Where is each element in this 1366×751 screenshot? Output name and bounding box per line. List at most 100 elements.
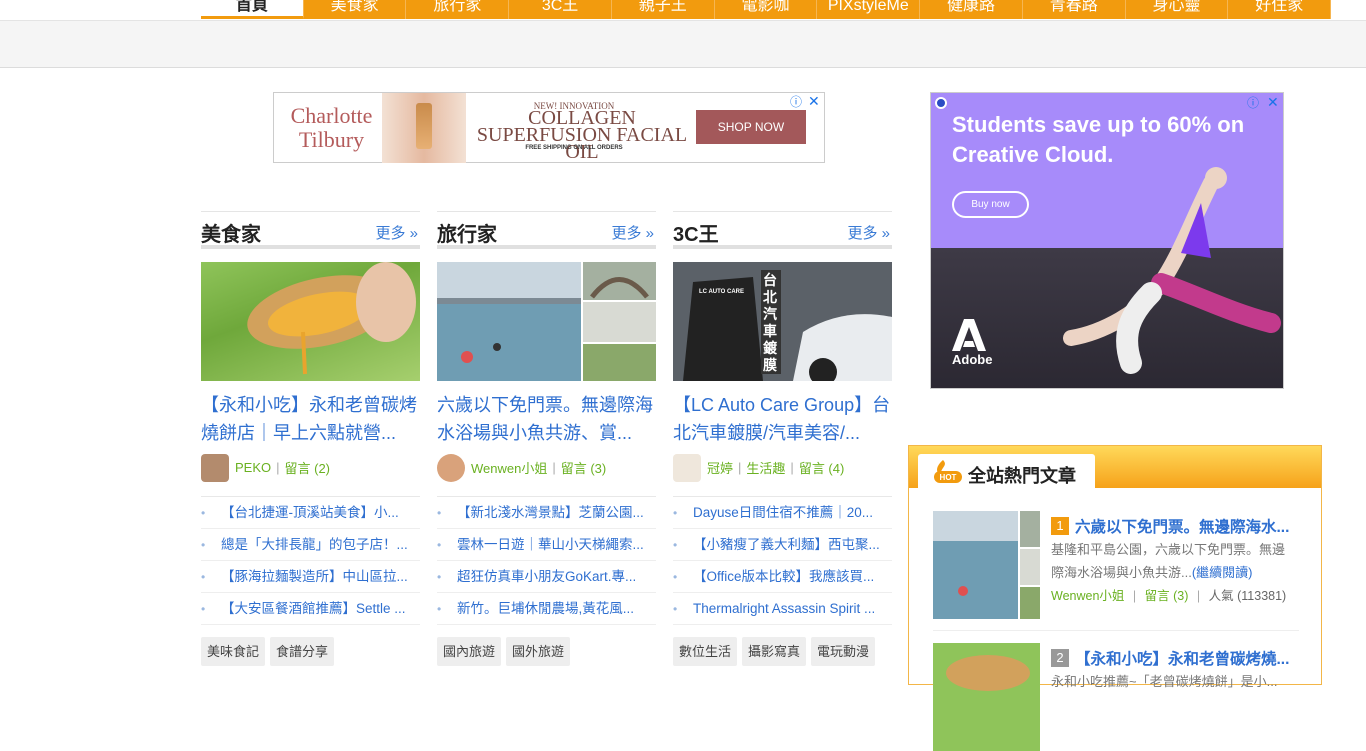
post-thumbnail[interactable] [201, 262, 420, 381]
tag[interactable]: 數位生活 [673, 637, 738, 666]
list-item[interactable]: 【Office版本比較】我應該買... [673, 561, 892, 593]
post-thumbnail[interactable]: 台北汽車鍍膜 LC AUTO CARE [673, 262, 892, 381]
dancer-figure-icon [1063, 167, 1281, 374]
list-item[interactable]: 雲林一日遊｜華山小天梯繩索... [437, 529, 656, 561]
separator: | [276, 460, 280, 475]
tab-youth[interactable]: 青春路 [1023, 0, 1126, 19]
tab-3c[interactable]: 3C王 [509, 0, 612, 19]
hot-article-title[interactable]: 【永和小吃】永和老曾碳烤燒... [1075, 647, 1300, 669]
more-link[interactable]: 更多 » [847, 222, 890, 243]
category-navbar: 首頁 美食家 旅行家 3C王 親子王 電影咖 PIXstyleMe 健康路 青春… [201, 0, 1332, 19]
comment-count[interactable]: 留言 (3) [1145, 589, 1189, 603]
avatar[interactable] [673, 453, 701, 482]
hot-article-thumbnail[interactable] [933, 511, 1040, 619]
tag[interactable]: 電玩動漫 [811, 637, 876, 666]
tab-pixstyleme[interactable]: PIXstyleMe [817, 0, 921, 19]
list-item[interactable]: 【豚海拉麵製造所】中山區拉... [201, 561, 420, 593]
rank-badge: 2 [1051, 649, 1069, 667]
rank-badge: 1 [1051, 517, 1069, 535]
ad-brand: Charlotte Tilbury [290, 103, 373, 152]
ad-headline: Students save up to 60% on Creative Clou… [952, 112, 1245, 167]
hot-article-title[interactable]: 六歲以下免門票。無邊際海水... [1075, 515, 1300, 537]
list-item[interactable]: Thermalright Assassin Spirit ... [673, 593, 892, 625]
hot-article-thumbnail[interactable] [933, 643, 1040, 751]
tag-list: 美味食記 食譜分享 [201, 637, 420, 666]
post-title[interactable]: 【永和小吃】永和老曾碳烤燒餅店｜早上六點就營... [201, 391, 420, 447]
post-title[interactable]: 【LC Auto Care Group】台北汽車鍍膜/汽車美容/... [673, 391, 892, 447]
hot-article-item[interactable]: 1 六歲以下免門票。無邊際海水... 基隆和平島公園，六歲以下免門票。無邊際海水… [933, 511, 1299, 631]
post-title[interactable]: 六歲以下免門票。無邊際海水浴場與小魚共游、賞... [437, 391, 656, 447]
list-item[interactable]: 【小豬瘦了義大利麵】西屯聚... [673, 529, 892, 561]
column-title: 旅行家 [437, 224, 497, 246]
tab-mind[interactable]: 身心靈 [1126, 0, 1229, 19]
author-name[interactable]: Wenwen小姐 [471, 458, 547, 477]
list-item[interactable]: 超狂仿真車小朋友GoKart.專... [437, 561, 656, 593]
separator: | [738, 460, 742, 475]
ad-info-icon[interactable]: ⓘ [1247, 96, 1259, 110]
article-list: 【新北淺水灣景點】芝蘭公園... 雲林一日遊｜華山小天梯繩索... 超狂仿真車小… [437, 496, 656, 625]
tab-movie[interactable]: 電影咖 [715, 0, 818, 19]
ad-close-icon[interactable]: ✕ [808, 94, 820, 108]
article-list: 【台北捷運-頂溪站美食】小... 總是「大排長龍」的包子店！... 【豚海拉麵製… [201, 496, 420, 625]
post-category[interactable]: 生活趣 [746, 458, 785, 477]
beach-image [933, 511, 1040, 619]
tab-food[interactable]: 美食家 [304, 0, 407, 19]
column-3c: 3C王 更多 » 台北汽車鍍膜 LC AUTO CARE 【LC Auto Ca… [673, 211, 892, 666]
ad-product-name: COLLAGEN SUPERFUSION FACIAL OIL [476, 107, 688, 163]
tag[interactable]: 攝影寫真 [742, 637, 807, 666]
author-name[interactable]: 冠婷 [707, 458, 733, 477]
author-name[interactable]: Wenwen小姐 [1051, 589, 1124, 603]
tab-home[interactable]: 首頁 [201, 0, 304, 19]
banner-ad[interactable]: Charlotte Tilbury NEW! INNOVATION COLLAG… [273, 92, 825, 163]
read-more-link[interactable]: (繼續閱讀) [1192, 565, 1253, 580]
list-item[interactable]: Dayuse日間住宿不推薦｜20... [673, 497, 892, 529]
tag[interactable]: 國外旅遊 [506, 637, 571, 666]
side-ad[interactable]: Students save up to 60% on Creative Clou… [930, 92, 1284, 389]
avatar[interactable] [201, 453, 229, 482]
ad-badge-icon [935, 97, 947, 109]
ad-info-icon[interactable]: ⓘ [790, 95, 802, 109]
tag[interactable]: 美味食記 [201, 637, 266, 666]
list-item[interactable]: 【新北淺水灣景點】芝蘭公園... [437, 497, 656, 529]
adobe-logo-icon [952, 319, 986, 351]
comment-count[interactable]: 留言 (4) [799, 458, 845, 477]
fire-hot-icon: HOT [934, 460, 962, 483]
beach-image [437, 262, 656, 381]
list-item[interactable]: 總是「大排長龍」的包子店！... [201, 529, 420, 561]
post-author-row: 冠婷 | 生活趣 | 留言 (4) [673, 453, 892, 482]
tag[interactable]: 食譜分享 [270, 637, 335, 666]
ad-shop-now-button[interactable]: SHOP NOW [696, 110, 806, 144]
column-header: 旅行家 更多 » [437, 211, 656, 249]
list-item[interactable]: 【大安區餐酒館推薦】Settle ... [201, 593, 420, 625]
comment-count[interactable]: 留言 (2) [285, 458, 331, 477]
tag[interactable]: 國內旅遊 [437, 637, 502, 666]
post-author-row: PEKO | 留言 (2) [201, 453, 420, 482]
tab-home-living[interactable]: 好住家 [1228, 0, 1332, 19]
tab-travel[interactable]: 旅行家 [406, 0, 510, 19]
article-list: Dayuse日間住宿不推薦｜20... 【小豬瘦了義大利麵】西屯聚... 【Of… [673, 496, 892, 625]
separator: | [552, 460, 556, 475]
ad-shipping-note: FREE SHIPPING ON ALL ORDERS [525, 145, 623, 151]
more-link[interactable]: 更多 » [375, 222, 418, 243]
hot-article-item[interactable]: 2 【永和小吃】永和老曾碳烤燒... 永和小吃推薦~「老曾碳烤燒餅」是小... [933, 630, 1300, 751]
list-item[interactable]: 【台北捷運-頂溪站美食】小... [201, 497, 420, 529]
thumbnail-caption: 台北汽車鍍膜 [763, 272, 777, 373]
comment-count[interactable]: 留言 (3) [561, 458, 607, 477]
post-thumbnail[interactable] [437, 262, 656, 381]
ad-buy-now-button[interactable]: Buy now [952, 191, 1029, 218]
column-title: 3C王 [673, 224, 719, 246]
avatar[interactable] [437, 453, 465, 482]
tab-health[interactable]: 健康路 [920, 0, 1023, 19]
author-name[interactable]: PEKO [235, 460, 271, 475]
ad-close-icon[interactable]: ✕ [1267, 95, 1279, 109]
hot-articles-header: HOT 全站熱門文章 [909, 446, 1321, 488]
post-author-row: Wenwen小姐 | 留言 (3) [437, 453, 656, 482]
sub-navbar [0, 20, 1366, 68]
more-link[interactable]: 更多 » [611, 222, 654, 243]
hot-article-description: 基隆和平島公園，六歲以下免門票。無邊際海水浴場與小魚共游...(繼續閱讀) [1051, 538, 1295, 584]
column-travel: 旅行家 更多 » 六歲以下免門票。無邊際海水浴場與小魚共游、賞... Wenwe… [437, 211, 656, 666]
separator: | [790, 460, 794, 475]
column-food: 美食家 更多 » 【永和小吃】永和老曾碳烤燒餅店｜早上六點就營... PEKO … [201, 211, 420, 666]
list-item[interactable]: 新竹。巨埔休閒農場,黃花風... [437, 593, 656, 625]
tab-parenting[interactable]: 親子王 [612, 0, 715, 19]
